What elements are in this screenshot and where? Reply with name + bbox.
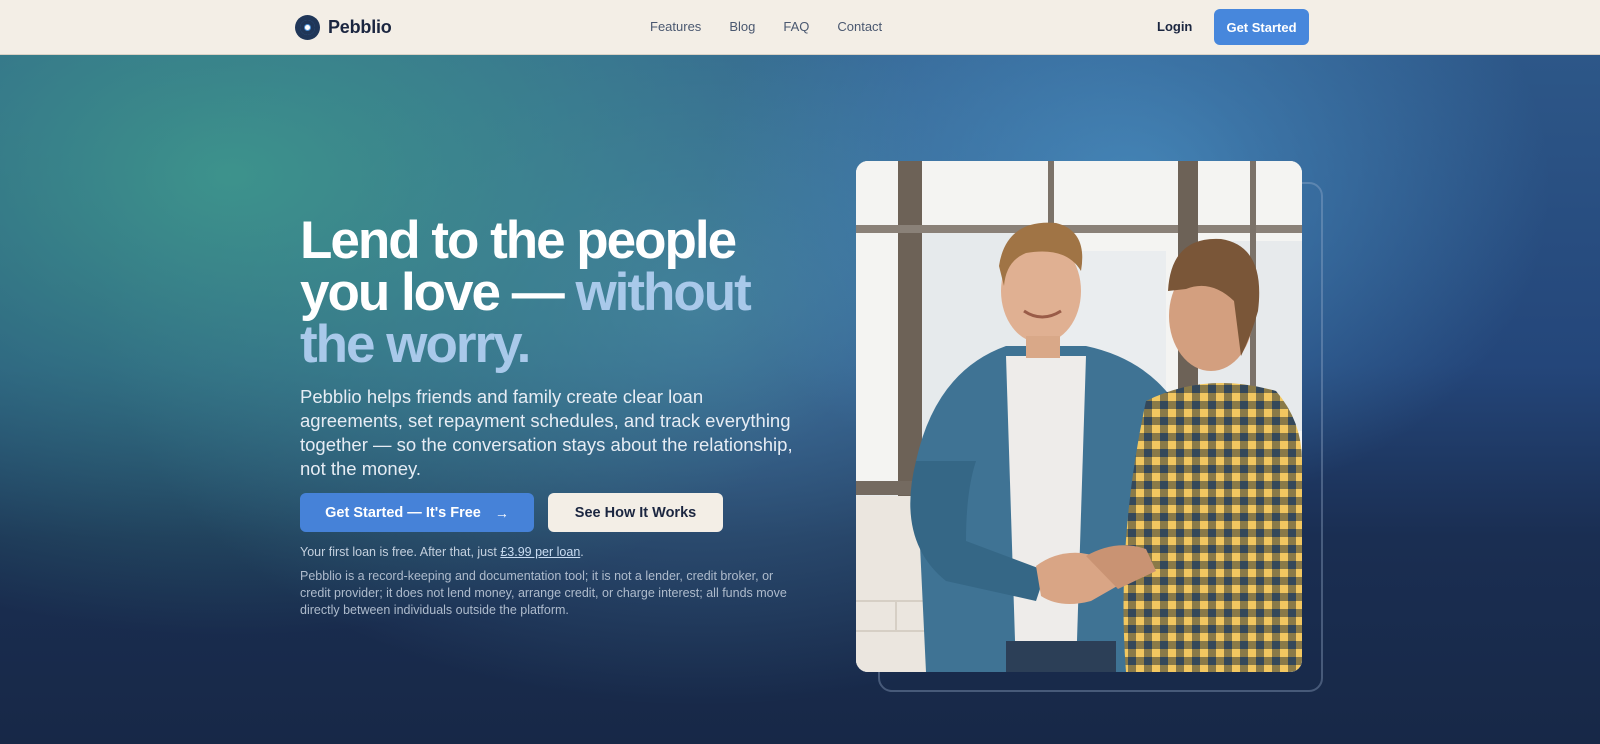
top-navigation: Pebblio Features Blog FAQ Contact Login … [0,0,1600,55]
nav-get-started-button[interactable]: Get Started [1214,9,1309,45]
nav-link-contact[interactable]: Contact [837,19,882,34]
nav-link-faq[interactable]: FAQ [783,19,809,34]
brand-logo[interactable]: Pebblio [295,15,392,40]
nav-link-blog[interactable]: Blog [729,19,755,34]
pricing-link[interactable]: £3.99 per loan [500,545,580,559]
see-how-it-works-button[interactable]: See How It Works [548,493,723,532]
hero-subcopy: Pebblio helps friends and family create … [300,386,793,479]
arrow-right-icon: → [494,504,509,521]
pricing-note: Your first loan is free. After that, jus… [300,545,584,559]
brand-name: Pebblio [328,17,392,37]
hero-photo-handshake [856,161,1302,672]
nav-link-features[interactable]: Features [650,19,701,34]
login-link[interactable]: Login [1157,19,1192,34]
pricing-suffix: . [580,545,584,559]
nav-links: Features Blog FAQ Contact [650,19,882,34]
pebblio-logo-icon [295,15,320,40]
get-started-free-button[interactable]: Get Started — It's Free → [300,493,534,532]
hero-section: Lend to the people you love — without th… [0,55,1600,744]
hero-headline: Lend to the people you love — without th… [300,214,780,371]
pricing-prefix: Your first loan is free. After that, jus… [300,545,501,559]
get-started-free-label: Get Started — It's Free [325,504,481,521]
legal-disclaimer: Pebblio is a record-keeping and document… [300,569,787,617]
